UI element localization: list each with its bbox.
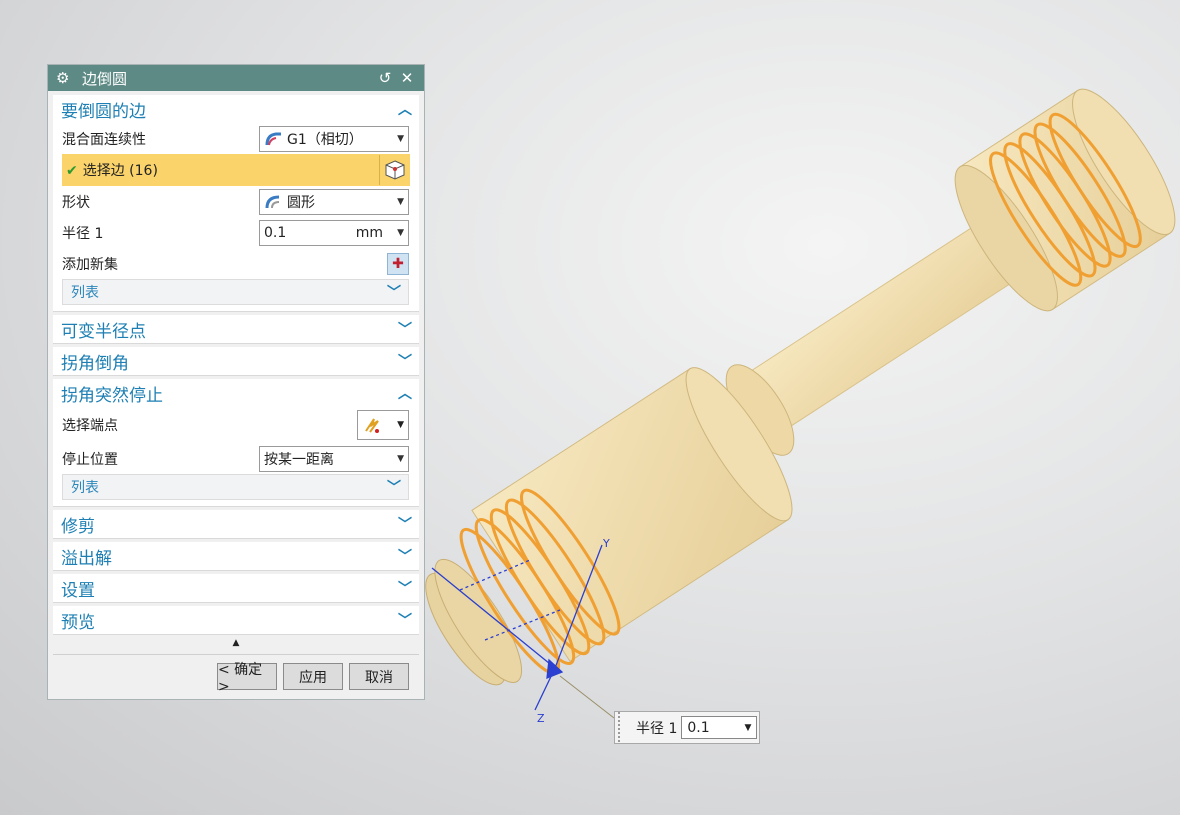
chevron-down-icon: ▼ xyxy=(397,420,404,430)
continuity-label: 混合面连续性 xyxy=(62,131,146,148)
gear-icon: ⚙ xyxy=(56,69,70,87)
section-title: 可变半径点 xyxy=(61,321,146,342)
radius-input[interactable]: 0.1 mm ▼ xyxy=(259,219,409,246)
list-label: 列表 xyxy=(71,285,99,301)
collapse-more-icon[interactable]: ▲ xyxy=(53,638,419,655)
chevron-down-icon[interactable]: ﹀ xyxy=(397,578,413,598)
cad-part[interactable] xyxy=(408,76,1180,701)
select-endpoint-label: 选择端点 xyxy=(62,418,118,434)
edge-blend-dialog: ⚙ 边倒圆 ↺ ✕ 要倒圆的边 ︿ 混合面连续性 G1（相切） ▼ ✔ 选择边 … xyxy=(47,64,425,700)
radius-row: 半径 1 0.1 mm ▼ xyxy=(53,217,419,248)
radius-unit: mm xyxy=(355,224,384,241)
select-edges-row[interactable]: ✔ 选择边 (16) xyxy=(62,154,410,186)
section-edges-to-blend: 要倒圆的边 ︿ 混合面连续性 G1（相切） ▼ ✔ 选择边 (16) 形状 圆形… xyxy=(53,95,419,312)
chevron-down-icon[interactable]: ▼ xyxy=(744,723,751,733)
add-new-set-row: 添加新集 ✚ xyxy=(53,248,419,279)
shape-label: 形状 xyxy=(62,194,90,211)
stop-position-label: 停止位置 xyxy=(62,451,118,468)
section-title: 预览 xyxy=(61,612,95,633)
shape-row: 形状 圆形 ▼ xyxy=(53,186,419,217)
cancel-button[interactable]: 取消 xyxy=(349,663,409,690)
chevron-down-icon: ▼ xyxy=(397,133,404,144)
select-edges-label: 选择边 (16) xyxy=(82,163,158,179)
onscreen-radius-label: 半径 1 xyxy=(636,720,678,737)
y-axis-label: Y xyxy=(602,537,610,550)
chevron-down-icon[interactable]: ▼ xyxy=(397,228,404,238)
edge-selection-button[interactable] xyxy=(379,155,410,185)
section-stop-short: 拐角突然停止 ︿ 选择端点 ▼ 停止位置 按某一距离 ▼ 列表 ﹀ xyxy=(53,379,419,507)
list-label: 列表 xyxy=(71,480,99,496)
section-header-edges[interactable]: 要倒圆的边 ︿ xyxy=(53,95,419,123)
leader-line xyxy=(559,675,615,719)
drag-handle-icon[interactable] xyxy=(618,712,628,743)
chevron-down-icon: ▼ xyxy=(397,453,404,464)
ok-button[interactable]: < 确定 > xyxy=(217,662,277,695)
chevron-down-icon[interactable]: ﹀ xyxy=(397,351,413,371)
cube-icon xyxy=(385,160,405,180)
reset-icon[interactable]: ↺ xyxy=(374,69,396,87)
checkmark-icon: ✔ xyxy=(66,163,78,179)
continuity-row: 混合面连续性 G1（相切） ▼ xyxy=(53,123,419,154)
section-variable-radius[interactable]: 可变半径点 ﹀ xyxy=(53,315,419,344)
stop-position-value: 按某一距离 xyxy=(264,451,334,468)
section-title: 拐角倒角 xyxy=(61,353,129,374)
onscreen-radius-value[interactable]: 0.1 xyxy=(687,720,709,736)
radius-value[interactable]: 0.1 xyxy=(264,225,286,241)
chevron-down-icon[interactable]: ﹀ xyxy=(397,610,413,630)
radius-label: 半径 1 xyxy=(62,225,104,242)
chevron-up-icon[interactable]: ︿ xyxy=(397,99,413,119)
endpoint-selector[interactable]: ▼ xyxy=(357,410,409,440)
g1-tangent-icon xyxy=(264,131,284,147)
section-title: 溢出解 xyxy=(61,548,112,569)
section-title: 设置 xyxy=(61,580,95,601)
chevron-down-icon[interactable]: ﹀ xyxy=(397,319,413,339)
continuity-dropdown[interactable]: G1（相切） ▼ xyxy=(259,125,409,152)
section-header-stop-short[interactable]: 拐角突然停止 ︿ xyxy=(53,379,419,407)
onscreen-radius-input[interactable]: 半径 1 0.1 ▼ xyxy=(614,711,760,744)
endpoint-snap-icon xyxy=(365,418,379,433)
chevron-down-icon[interactable]: ﹀ xyxy=(397,514,413,534)
add-new-set-button[interactable]: ✚ xyxy=(387,252,409,275)
apply-button[interactable]: 应用 xyxy=(283,663,343,690)
shape-dropdown[interactable]: 圆形 ▼ xyxy=(259,188,409,215)
section-overflow[interactable]: 溢出解 ﹀ xyxy=(53,542,419,571)
z-axis-label: Z xyxy=(537,712,545,725)
section-title: 拐角突然停止 xyxy=(61,385,163,406)
dialog-title-bar[interactable]: ⚙ 边倒圆 ↺ ✕ xyxy=(48,65,424,91)
circular-shape-icon xyxy=(264,194,284,210)
section-trim[interactable]: 修剪 ﹀ xyxy=(53,510,419,539)
stop-position-dropdown[interactable]: 按某一距离 ▼ xyxy=(259,445,409,472)
chevron-up-icon[interactable]: ︿ xyxy=(397,383,413,403)
chevron-down-icon[interactable]: ﹀ xyxy=(397,546,413,566)
select-endpoint-row: 选择端点 ▼ xyxy=(53,407,419,443)
stop-list-toggle[interactable]: 列表 ﹀ xyxy=(62,474,409,500)
section-preview[interactable]: 预览 ﹀ xyxy=(53,606,419,635)
onscreen-radius-field[interactable]: 0.1 ▼ xyxy=(681,716,758,739)
stop-position-row: 停止位置 按某一距离 ▼ xyxy=(53,443,419,474)
close-icon[interactable]: ✕ xyxy=(396,69,418,87)
continuity-value: G1（相切） xyxy=(287,131,363,148)
shape-value: 圆形 xyxy=(287,194,315,211)
section-title: 要倒圆的边 xyxy=(61,101,146,122)
chevron-down-icon: ﹀ xyxy=(387,285,401,301)
section-settings[interactable]: 设置 ﹀ xyxy=(53,574,419,603)
chevron-down-icon: ﹀ xyxy=(387,480,401,496)
add-set-icon: ✚ xyxy=(392,255,404,272)
dialog-buttons: < 确定 > 应用 取消 xyxy=(53,662,419,695)
dialog-title: 边倒圆 xyxy=(82,69,128,88)
section-corner-setback[interactable]: 拐角倒角 ﹀ xyxy=(53,347,419,376)
chevron-down-icon: ▼ xyxy=(397,196,404,207)
add-new-set-label: 添加新集 xyxy=(62,256,118,273)
edges-list-toggle[interactable]: 列表 ﹀ xyxy=(62,279,409,305)
section-title: 修剪 xyxy=(61,516,95,537)
